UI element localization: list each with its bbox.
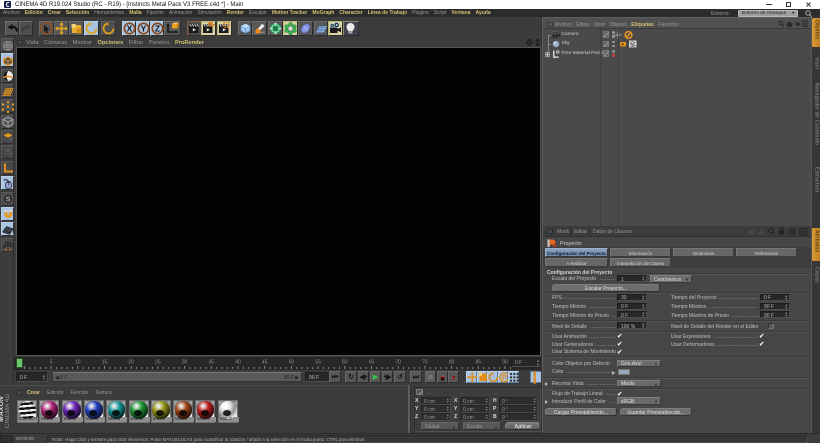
svg-text:90: 90 xyxy=(502,360,508,366)
svg-text:P: P xyxy=(502,375,507,382)
svg-text:A: A xyxy=(759,229,764,236)
svg-text:S: S xyxy=(5,195,10,204)
svg-text:45: 45 xyxy=(262,360,268,366)
svg-text:20: 20 xyxy=(128,360,134,366)
svg-text:10: 10 xyxy=(75,360,81,366)
svg-text:80: 80 xyxy=(449,360,455,366)
svg-text:15: 15 xyxy=(102,360,108,366)
svg-text:65: 65 xyxy=(369,360,375,366)
svg-text:25: 25 xyxy=(155,360,161,366)
svg-text:( ): ( ) xyxy=(5,247,10,251)
svg-text:60: 60 xyxy=(342,360,348,366)
svg-text:30: 30 xyxy=(182,360,188,366)
svg-text:40: 40 xyxy=(235,360,241,366)
svg-text:5: 5 xyxy=(50,360,53,366)
svg-text:55: 55 xyxy=(315,360,321,366)
svg-text:85: 85 xyxy=(476,360,482,366)
svg-text:50: 50 xyxy=(289,360,295,366)
svg-text:35: 35 xyxy=(209,360,215,366)
svg-text:Y: Y xyxy=(140,24,146,34)
svg-text:75: 75 xyxy=(422,360,428,366)
svg-text:Z: Z xyxy=(154,24,159,34)
svg-text:70: 70 xyxy=(395,360,401,366)
svg-text:X: X xyxy=(126,24,132,34)
